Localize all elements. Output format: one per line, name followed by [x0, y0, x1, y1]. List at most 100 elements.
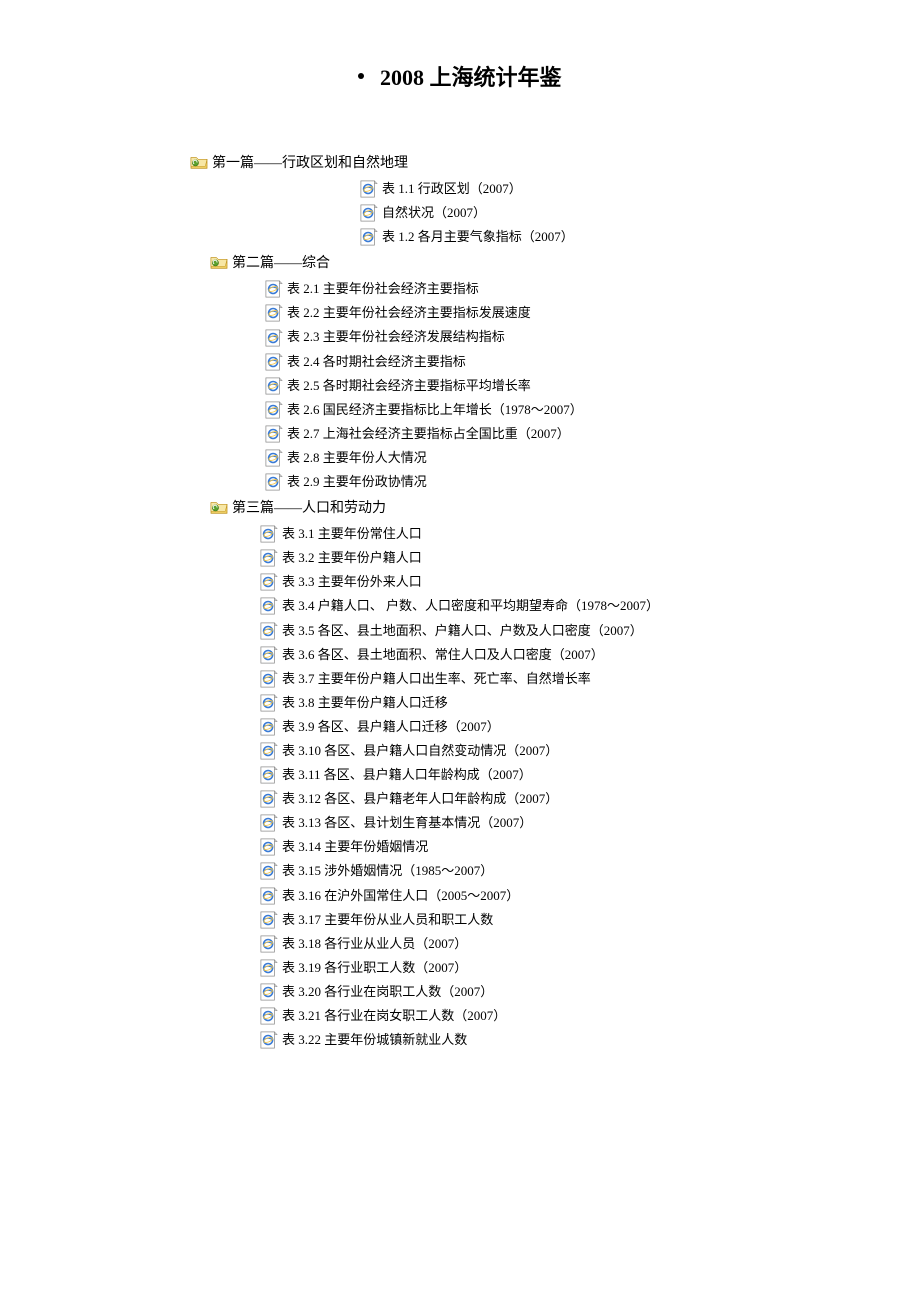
ie-page-icon	[260, 549, 278, 567]
list-item[interactable]: 表 2.4 各时期社会经济主要指标	[265, 351, 820, 373]
list-item-label: 表 3.17 主要年份从业人员和职工人数	[282, 909, 493, 931]
list-item[interactable]: 表 3.12 各区、县户籍老年人口年龄构成（2007）	[260, 788, 820, 810]
list-item[interactable]: 表 3.20 各行业在岗职工人数（2007）	[260, 981, 820, 1003]
list-item[interactable]: 表 3.5 各区、县土地面积、户籍人口、户数及人口密度（2007）	[260, 620, 820, 642]
list-item-label: 表 1.1 行政区划（2007）	[382, 178, 522, 200]
ie-page-icon	[260, 742, 278, 760]
ie-page-icon	[360, 180, 378, 198]
ie-page-icon	[260, 597, 278, 615]
ie-page-icon	[260, 790, 278, 808]
list-item-label: 自然状况（2007）	[382, 202, 486, 224]
list-item[interactable]: 表 2.3 主要年份社会经济发展结构指标	[265, 326, 820, 348]
title-bullet	[358, 73, 364, 79]
list-item[interactable]: 表 3.16 在沪外国常住人口（2005～2007）	[260, 885, 820, 907]
section-title: 第一篇——行政区划和自然地理	[212, 152, 408, 172]
list-item[interactable]: 表 3.15 涉外婚姻情况（1985～2007）	[260, 860, 820, 882]
list-item-label: 表 3.3 主要年份外来人口	[282, 571, 422, 593]
ie-page-icon	[260, 935, 278, 953]
list-item-label: 表 3.19 各行业职工人数（2007）	[282, 957, 467, 979]
list-item[interactable]: 表 2.6 国民经济主要指标比上年增长（1978～2007）	[265, 399, 820, 421]
list-item[interactable]: 表 2.5 各时期社会经济主要指标平均增长率	[265, 375, 820, 397]
section-title: 第三篇——人口和劳动力	[232, 497, 386, 517]
list-item[interactable]: 表 3.6 各区、县土地面积、常住人口及人口密度（2007）	[260, 644, 820, 666]
list-item-label: 表 2.5 各时期社会经济主要指标平均增长率	[287, 375, 531, 397]
list-item-label: 表 2.7 上海社会经济主要指标占全国比重（2007）	[287, 423, 570, 445]
ie-page-icon	[260, 694, 278, 712]
section-2: 第二篇——综合表 2.1 主要年份社会经济主要指标表 2.2 主要年份社会经济主…	[100, 252, 820, 493]
list-item[interactable]: 表 3.13 各区、县计划生育基本情况（2007）	[260, 812, 820, 834]
list-item[interactable]: 表 3.17 主要年份从业人员和职工人数	[260, 909, 820, 931]
ie-page-icon	[260, 959, 278, 977]
ie-page-icon	[265, 473, 283, 491]
list-item[interactable]: 表 3.9 各区、县户籍人口迁移（2007）	[260, 716, 820, 738]
list-item[interactable]: 表 2.8 主要年份人大情况	[265, 447, 820, 469]
list-item-label: 表 3.14 主要年份婚姻情况	[282, 836, 428, 858]
list-item[interactable]: 表 3.11 各区、县户籍人口年龄构成（2007）	[260, 764, 820, 786]
list-item-label: 表 2.8 主要年份人大情况	[287, 447, 427, 469]
list-item[interactable]: 表 2.7 上海社会经济主要指标占全国比重（2007）	[265, 423, 820, 445]
list-item-label: 表 3.1 主要年份常住人口	[282, 523, 422, 545]
ie-page-icon	[265, 280, 283, 298]
list-item[interactable]: 表 1.1 行政区划（2007）	[360, 178, 820, 200]
list-item-label: 表 1.2 各月主要气象指标（2007）	[382, 226, 574, 248]
ie-page-icon	[260, 814, 278, 832]
ie-page-icon	[260, 887, 278, 905]
list-item[interactable]: 表 2.1 主要年份社会经济主要指标	[265, 278, 820, 300]
list-item[interactable]: 表 3.22 主要年份城镇新就业人数	[260, 1029, 820, 1051]
ie-page-icon	[260, 983, 278, 1001]
ie-page-icon	[260, 862, 278, 880]
page-title-row: 2008 上海统计年鉴	[100, 60, 820, 92]
list-item[interactable]: 表 3.14 主要年份婚姻情况	[260, 836, 820, 858]
folder-icon	[210, 254, 228, 270]
list-item[interactable]: 表 3.10 各区、县户籍人口自然变动情况（2007）	[260, 740, 820, 762]
section-header[interactable]: 第三篇——人口和劳动力	[210, 497, 820, 517]
ie-page-icon	[260, 766, 278, 784]
list-item-label: 表 2.3 主要年份社会经济发展结构指标	[287, 326, 505, 348]
list-item-label: 表 3.15 涉外婚姻情况（1985～2007）	[282, 860, 493, 882]
section-items: 表 3.1 主要年份常住人口表 3.2 主要年份户籍人口表 3.3 主要年份外来…	[260, 523, 820, 1051]
list-item-label: 表 2.4 各时期社会经济主要指标	[287, 351, 466, 373]
folder-icon	[190, 154, 208, 170]
section-header[interactable]: 第二篇——综合	[210, 252, 820, 272]
list-item[interactable]: 自然状况（2007）	[360, 202, 820, 224]
list-item[interactable]: 表 3.7 主要年份户籍人口出生率、死亡率、自然增长率	[260, 668, 820, 690]
list-item[interactable]: 表 3.4 户籍人口、 户数、人口密度和平均期望寿命（1978～2007）	[260, 595, 820, 617]
ie-page-icon	[265, 449, 283, 467]
section-header[interactable]: 第一篇——行政区划和自然地理	[190, 152, 820, 172]
list-item-label: 表 3.22 主要年份城镇新就业人数	[282, 1029, 467, 1051]
ie-page-icon	[260, 622, 278, 640]
section-items: 表 1.1 行政区划（2007）自然状况（2007）表 1.2 各月主要气象指标…	[360, 178, 820, 248]
ie-page-icon	[260, 573, 278, 591]
list-item[interactable]: 表 2.2 主要年份社会经济主要指标发展速度	[265, 302, 820, 324]
ie-page-icon	[265, 353, 283, 371]
list-item-label: 表 3.6 各区、县土地面积、常住人口及人口密度（2007）	[282, 644, 604, 666]
ie-page-icon	[260, 911, 278, 929]
ie-page-icon	[260, 1007, 278, 1025]
ie-page-icon	[265, 377, 283, 395]
list-item-label: 表 3.5 各区、县土地面积、户籍人口、户数及人口密度（2007）	[282, 620, 643, 642]
list-item[interactable]: 表 3.2 主要年份户籍人口	[260, 547, 820, 569]
ie-page-icon	[260, 670, 278, 688]
list-item-label: 表 2.2 主要年份社会经济主要指标发展速度	[287, 302, 531, 324]
section-1: 第一篇——行政区划和自然地理表 1.1 行政区划（2007）自然状况（2007）…	[100, 152, 820, 248]
list-item-label: 表 3.12 各区、县户籍老年人口年龄构成（2007）	[282, 788, 558, 810]
list-item[interactable]: 表 1.2 各月主要气象指标（2007）	[360, 226, 820, 248]
list-item[interactable]: 表 3.19 各行业职工人数（2007）	[260, 957, 820, 979]
ie-page-icon	[265, 401, 283, 419]
ie-page-icon	[360, 228, 378, 246]
list-item[interactable]: 表 2.9 主要年份政协情况	[265, 471, 820, 493]
ie-page-icon	[260, 838, 278, 856]
list-item-label: 表 3.13 各区、县计划生育基本情况（2007）	[282, 812, 532, 834]
ie-page-icon	[265, 329, 283, 347]
ie-page-icon	[265, 304, 283, 322]
list-item-label: 表 3.21 各行业在岗女职工人数（2007）	[282, 1005, 506, 1027]
page-title: 2008 上海统计年鉴	[380, 65, 562, 90]
list-item[interactable]: 表 3.18 各行业从业人员（2007）	[260, 933, 820, 955]
list-item[interactable]: 表 3.1 主要年份常住人口	[260, 523, 820, 545]
list-item-label: 表 3.4 户籍人口、 户数、人口密度和平均期望寿命（1978～2007）	[282, 595, 659, 617]
list-item[interactable]: 表 3.3 主要年份外来人口	[260, 571, 820, 593]
list-item-label: 表 3.8 主要年份户籍人口迁移	[282, 692, 448, 714]
list-item[interactable]: 表 3.21 各行业在岗女职工人数（2007）	[260, 1005, 820, 1027]
ie-page-icon	[260, 646, 278, 664]
list-item[interactable]: 表 3.8 主要年份户籍人口迁移	[260, 692, 820, 714]
